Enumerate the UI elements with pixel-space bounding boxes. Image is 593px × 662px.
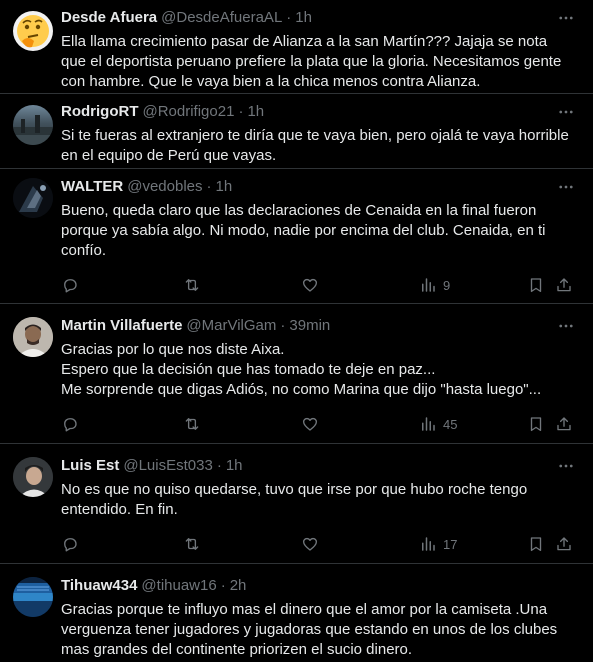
heart-icon xyxy=(302,417,318,431)
reply-button[interactable] xyxy=(61,275,183,295)
reply-button[interactable] xyxy=(61,534,183,554)
author-handle[interactable]: @LuisEst033 xyxy=(123,456,212,476)
tweet[interactable]: WALTER @vedobles · 1h Bueno, queda claro… xyxy=(0,169,593,304)
separator-dot: · xyxy=(216,457,222,474)
author-handle[interactable]: @DesdeAfueraAL xyxy=(161,8,282,28)
avatar[interactable] xyxy=(13,577,53,617)
bookmark-button[interactable] xyxy=(527,414,555,434)
share-icon xyxy=(557,537,571,551)
reply-icon xyxy=(64,538,77,552)
tweet-actions: 9 xyxy=(61,267,577,303)
more-horizontal-icon[interactable] xyxy=(555,456,577,476)
views-count: 45 xyxy=(443,416,458,432)
tweet-timestamp[interactable]: 1h xyxy=(295,8,312,28)
separator-dot: · xyxy=(220,577,226,594)
reply-icon xyxy=(64,418,77,432)
like-button[interactable] xyxy=(301,534,419,554)
avatar[interactable] xyxy=(13,457,53,497)
landscape-photo-icon xyxy=(13,115,53,145)
stadium-photo-icon xyxy=(13,577,53,617)
bookmark-icon xyxy=(530,537,542,552)
portrait-photo-icon xyxy=(13,457,53,497)
portrait-photo-icon xyxy=(13,317,53,357)
like-button[interactable] xyxy=(301,275,419,295)
more-horizontal-icon[interactable] xyxy=(555,8,577,28)
views-count: 9 xyxy=(443,277,451,293)
heart-icon xyxy=(302,537,318,551)
author-name[interactable]: RodrigoRT xyxy=(61,102,138,122)
like-button[interactable] xyxy=(301,414,419,434)
bookmark-icon xyxy=(530,278,542,293)
tweet-text: Ella llama crecimiento pasar de Alianza … xyxy=(61,33,562,90)
share-button[interactable] xyxy=(555,534,575,554)
tweet-timestamp[interactable]: 2h xyxy=(230,576,247,596)
avatar[interactable] xyxy=(13,178,53,218)
more-horizontal-icon[interactable] xyxy=(555,102,577,122)
retweet-icon xyxy=(185,418,199,430)
more-horizontal-icon[interactable] xyxy=(555,316,577,336)
views-button[interactable]: 45 xyxy=(419,414,527,434)
tweet-text: Gracias por lo que nos diste Aixa. Esper… xyxy=(61,341,542,398)
tweet-actions: 17 xyxy=(61,526,577,562)
reply-icon xyxy=(64,279,77,293)
tweet[interactable]: Luis Est @LuisEst033 · 1h No es que no q… xyxy=(0,444,593,564)
tweet-text: Bueno, queda claro que las declaraciones… xyxy=(61,202,546,259)
share-button[interactable] xyxy=(555,275,575,295)
tweet-actions: 45 xyxy=(61,406,577,442)
views-count: 17 xyxy=(443,536,458,552)
thinking-face-emoji-icon xyxy=(17,15,49,48)
tweet-timestamp[interactable]: 1h xyxy=(247,102,264,122)
retweet-icon xyxy=(185,538,199,550)
views-button[interactable]: 17 xyxy=(419,534,527,554)
tweet[interactable]: Tihuaw434 @tihuaw16 · 2h Gracias porque … xyxy=(0,564,593,662)
avatar[interactable] xyxy=(13,105,53,145)
share-icon xyxy=(557,417,571,431)
separator-dot: · xyxy=(280,317,286,334)
tweet-text: No es que no quiso quedarse, tuvo que ir… xyxy=(61,481,528,518)
author-name[interactable]: WALTER xyxy=(61,177,123,197)
tweet-timestamp[interactable]: 1h xyxy=(226,456,243,476)
tweet[interactable]: RodrigoRT @Rodrifigo21 · 1h Si te fueras… xyxy=(0,94,593,169)
views-button[interactable]: 9 xyxy=(419,275,527,295)
retweet-button[interactable] xyxy=(183,275,301,295)
author-handle[interactable]: @tihuaw16 xyxy=(141,576,216,596)
separator-dot: · xyxy=(238,103,244,120)
bookmark-button[interactable] xyxy=(527,275,555,295)
tweet-timestamp[interactable]: 39min xyxy=(289,316,330,336)
retweet-button[interactable] xyxy=(183,534,301,554)
tweet-timeline: Desde Afuera @DesdeAfueraAL · 1h Ella ll… xyxy=(0,0,593,662)
reply-button[interactable] xyxy=(61,414,183,434)
author-handle[interactable]: @MarVilGam xyxy=(186,316,276,336)
bookmark-button[interactable] xyxy=(527,534,555,554)
tweet[interactable]: Martin Villafuerte @MarVilGam · 39min Gr… xyxy=(0,304,593,444)
avatar[interactable] xyxy=(13,11,53,51)
retweet-button[interactable] xyxy=(183,414,301,434)
separator-dot: · xyxy=(206,178,212,195)
bar-chart-icon xyxy=(422,537,435,551)
more-horizontal-icon[interactable] xyxy=(555,177,577,197)
author-name[interactable]: Luis Est xyxy=(61,456,119,476)
tweet-text: Gracias porque te influyo mas el dinero … xyxy=(61,601,558,658)
bar-chart-icon xyxy=(422,417,435,431)
tweet-text: Si te fueras al extranjero te diría que … xyxy=(61,127,569,164)
tweet-timestamp[interactable]: 1h xyxy=(216,177,233,197)
author-handle[interactable]: @Rodrifigo21 xyxy=(142,102,234,122)
share-icon xyxy=(557,278,571,292)
author-name[interactable]: Desde Afuera xyxy=(61,8,157,28)
author-name[interactable]: Tihuaw434 xyxy=(61,576,137,596)
dark-photo-icon xyxy=(13,178,53,218)
share-button[interactable] xyxy=(555,414,575,434)
heart-icon xyxy=(302,278,318,292)
bookmark-icon xyxy=(530,417,542,432)
separator-dot: · xyxy=(286,9,292,26)
author-name[interactable]: Martin Villafuerte xyxy=(61,316,182,336)
author-handle[interactable]: @vedobles xyxy=(127,177,202,197)
tweet[interactable]: Desde Afuera @DesdeAfueraAL · 1h Ella ll… xyxy=(0,0,593,94)
bar-chart-icon xyxy=(422,278,435,292)
avatar[interactable] xyxy=(13,317,53,357)
retweet-icon xyxy=(185,279,199,291)
